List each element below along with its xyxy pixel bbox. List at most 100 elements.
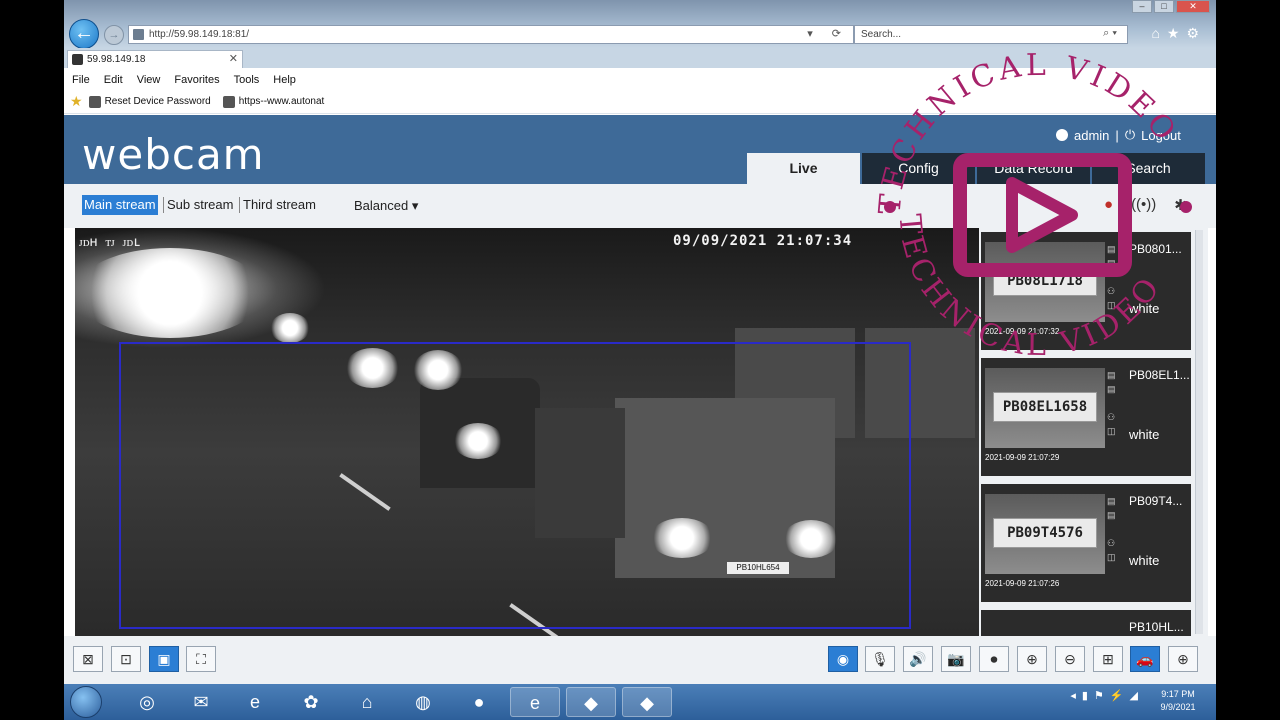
logout-link[interactable]: Logout (1141, 128, 1181, 143)
menu-view[interactable]: View (137, 74, 161, 86)
capture-scrollbar[interactable] (1195, 230, 1203, 634)
window-controls: – □ ✕ (1132, 0, 1210, 14)
stream-bar: Main stream Sub stream Third stream Bala… (64, 184, 1216, 228)
plate-image: PB09T4576 (993, 518, 1097, 548)
browser-tab[interactable]: 59.98.149.18 ✕ (67, 50, 243, 68)
plate-number: PB08EL1... (1129, 368, 1190, 382)
close-stream-icon[interactable]: ⊠ (73, 646, 103, 672)
tab-close-icon[interactable]: ✕ (229, 52, 238, 65)
user-icon (1056, 129, 1068, 141)
fit-window-icon[interactable]: ⊡ (111, 646, 141, 672)
main-stream-button[interactable]: Main stream (82, 195, 158, 215)
app-window-icon[interactable]: ◆ (622, 687, 672, 717)
capture-time: 2021-09-09 21:07:26 (985, 579, 1060, 588)
menu-help[interactable]: Help (273, 74, 296, 86)
close-button[interactable]: ✕ (1176, 0, 1210, 13)
info-icons: ▤ ▤ ⚇ ◫ (1107, 370, 1116, 436)
zoom-in-icon[interactable]: ⊕ (1017, 646, 1047, 672)
start-button[interactable] (70, 686, 102, 718)
back-button[interactable]: ← (69, 19, 99, 49)
nav-tabs: Live Config Data Record Search (747, 153, 1207, 184)
power-icon[interactable]: ⏻ (1125, 127, 1135, 143)
username[interactable]: admin (1074, 128, 1109, 143)
favicon-icon (72, 54, 83, 65)
capture-item[interactable]: PB10HL... (981, 610, 1191, 636)
clock-time: 9:17 PM (1161, 689, 1195, 699)
app-icon[interactable]: ✿ (286, 687, 336, 717)
live-tools: ● ((•)) ✱ (1104, 196, 1187, 214)
vehicle-color: white (1129, 427, 1160, 442)
settings-icon[interactable]: ✱ (1174, 196, 1187, 214)
address-text: http://59.98.149.18:81/ (149, 29, 250, 40)
plate-number: PB09T4... (1129, 494, 1183, 508)
detection-region (119, 342, 911, 629)
menu-tools[interactable]: Tools (234, 74, 260, 86)
taskbar: ◎ ✉ e ✿ ⌂ ◍ ● e ◆ ◆ ◂ ▮ ⚑ ⚡ ◢ 9:17 PM 9/… (64, 684, 1216, 720)
tab-config[interactable]: Config (862, 153, 975, 184)
menu-file[interactable]: File (72, 74, 90, 86)
live-video[interactable]: ᴊᴅʜ ᴛᴊ ᴊᴅʟ 09/09/2021 21:07:34 PB10HL654 (75, 228, 979, 636)
home-favorites-settings-icons[interactable]: ⌂★⚙ (1151, 25, 1206, 42)
search-icon[interactable]: ⌕ ▾ (1103, 27, 1117, 40)
tab-live[interactable]: Live (747, 153, 860, 184)
favorite-autonat[interactable]: https--www.autonat (222, 95, 324, 108)
search-box[interactable]: Search... ⌕ ▾ (854, 25, 1128, 44)
globe-icon[interactable]: ◍ (398, 687, 448, 717)
user-area: admin | ⏻ Logout (1056, 127, 1181, 143)
menu-favorites[interactable]: Favorites (174, 74, 219, 86)
separator (239, 197, 240, 213)
sub-stream-button[interactable]: Sub stream (165, 195, 235, 215)
record-icon[interactable]: ⏺ (979, 646, 1009, 672)
eye-icon[interactable]: ◉ (828, 646, 858, 672)
ie-open-icon[interactable]: e (510, 687, 560, 717)
tray-arrow-icon[interactable]: ◂ (1070, 689, 1076, 702)
zoom-out-icon[interactable]: ⊖ (1055, 646, 1085, 672)
favorite-reset-password[interactable]: Reset Device Password (88, 95, 211, 108)
page-icon (88, 95, 101, 108)
signal-icon[interactable]: ((•)) (1131, 196, 1156, 214)
search-input[interactable]: Search... (861, 29, 901, 40)
camera-icon[interactable]: 📷 (941, 646, 971, 672)
vehicle-color: white (1129, 301, 1160, 316)
capture-item[interactable]: PB08L1718 ▤ ▤ ⚇ ◫ PB0801... white 2021-09-0… (981, 232, 1191, 350)
third-stream-button[interactable]: Third stream (241, 195, 318, 215)
clock[interactable]: 9:17 PM 9/9/2021 (1148, 688, 1208, 714)
app-window-icon[interactable]: ◆ (566, 687, 616, 717)
forward-button[interactable]: → (104, 25, 124, 45)
screen: ← → http://59.98.149.18:81/ ▾ ⟳ Search..… (64, 0, 1216, 720)
microphone-icon[interactable]: 🎙 (865, 646, 895, 672)
speaker-icon[interactable]: 🔊 (903, 646, 933, 672)
network-icon[interactable]: ⌂ (342, 687, 392, 717)
tab-data-record[interactable]: Data Record (977, 153, 1090, 184)
original-size-icon[interactable]: ▣ (149, 646, 179, 672)
separator: | (1115, 127, 1119, 143)
maximize-button[interactable]: □ (1154, 0, 1174, 13)
chrome-icon[interactable]: ◎ (122, 687, 172, 717)
ie-icon[interactable]: e (230, 687, 280, 717)
focus-icon[interactable]: ⊞ (1093, 646, 1123, 672)
flag-icon[interactable]: ⚑ (1094, 689, 1104, 702)
crosshair-icon[interactable]: ⊕ (1168, 646, 1198, 672)
tab-search[interactable]: Search (1092, 153, 1205, 184)
clock-date: 9/9/2021 (1160, 702, 1196, 712)
alarm-icon[interactable]: ● (1104, 196, 1113, 214)
plate-number: PB0801... (1129, 242, 1182, 256)
favorites-star-icon[interactable]: ★ (70, 93, 83, 110)
capture-item[interactable]: PB08EL1658 ▤ ▤ ⚇ ◫ PB08EL1... white 2021-09… (981, 358, 1191, 476)
menu-edit[interactable]: Edit (104, 74, 123, 86)
fullscreen-icon[interactable]: ⛶ (186, 646, 216, 672)
tab-row: 59.98.149.18 ✕ (64, 48, 1216, 68)
capture-item[interactable]: PB09T4576 ▤ ▤ ⚇ ◫ PB09T4... white 2021-09-0… (981, 484, 1191, 602)
plate-image: PB08L1718 (993, 266, 1097, 296)
capture-image: PB09T4576 (985, 494, 1105, 574)
firefox-icon[interactable]: ● (454, 687, 504, 717)
tray-icon[interactable]: ▮ (1082, 689, 1088, 702)
quality-select[interactable]: Balanced ▾ (354, 198, 418, 214)
vehicle-icon[interactable]: 🚗 (1130, 646, 1160, 672)
outlook-icon[interactable]: ✉ (176, 687, 226, 717)
minimize-button[interactable]: – (1132, 0, 1152, 13)
refresh-icon[interactable]: ▾ ⟳ (807, 27, 849, 40)
network-tray-icon[interactable]: ⚡ (1110, 689, 1124, 702)
volume-icon[interactable]: ◢ (1130, 689, 1138, 702)
address-bar[interactable]: http://59.98.149.18:81/ ▾ ⟳ (128, 25, 854, 44)
